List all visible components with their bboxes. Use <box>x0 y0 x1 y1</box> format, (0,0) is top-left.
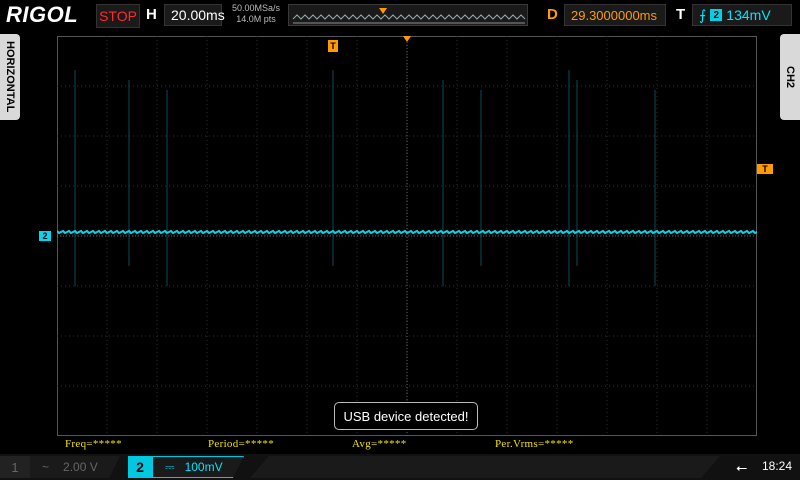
measure-freq[interactable]: Freq=***** <box>65 438 122 450</box>
top-status-bar: RIGOL STOP H 20.00ms 50.00MSa/s 14.0M pt… <box>0 0 800 30</box>
bottom-empty-strip <box>250 456 720 478</box>
trigger-position-marker[interactable]: T <box>328 40 338 52</box>
ch1-button[interactable]: 1 <box>0 456 30 478</box>
ch2-reference-marker[interactable]: 2 <box>39 231 51 241</box>
ch1-settings[interactable]: ~ 2.00 V <box>30 456 120 478</box>
memory-depth: 14.0M pts <box>236 14 276 24</box>
usb-icon: ⭠ <box>736 459 748 475</box>
trigger-channel-badge: 2 <box>710 9 723 21</box>
waveform-display[interactable] <box>57 36 757 436</box>
measure-avg[interactable]: Avg=***** <box>352 438 407 450</box>
ac-coupling-icon: ~ <box>42 460 50 474</box>
horizontal-label: H <box>146 6 157 23</box>
trigger-level-marker[interactable]: T <box>757 164 773 174</box>
usb-detected-toast: USB device detected! <box>334 402 478 430</box>
ch1-scale: 2.00 V <box>63 460 98 474</box>
system-clock: 18:24 <box>762 459 793 473</box>
sample-rate: 50.00MSa/s <box>231 3 281 13</box>
ch2-scale: 100mV <box>184 460 223 474</box>
horizontal-tab[interactable]: HORIZONTAL <box>0 34 20 120</box>
dc-coupling-icon: ⎓ <box>165 459 175 474</box>
ch2-button[interactable]: 2 <box>128 456 152 478</box>
rigol-logo: RIGOL <box>6 2 79 27</box>
ch2-settings[interactable]: ⎓ 100mV <box>152 456 244 478</box>
memory-waveform-icon <box>292 8 526 24</box>
measure-vrms[interactable]: Per.Vrms=***** <box>495 438 574 450</box>
run-stop-indicator[interactable]: STOP <box>96 4 140 28</box>
trigger-center-icon <box>403 36 411 42</box>
ch2-tab[interactable]: CH2 <box>780 34 800 120</box>
trigger-label: T <box>676 6 686 23</box>
delay-label: D <box>547 6 558 23</box>
acquisition-info: 50.00MSa/s 14.0M pts <box>230 3 282 25</box>
measure-period[interactable]: Period=***** <box>208 438 274 450</box>
delay-value[interactable]: 29.3000000ms <box>564 4 666 26</box>
rising-edge-icon: ⨍ <box>699 6 707 23</box>
timebase-value[interactable]: 20.00ms <box>164 4 225 26</box>
trigger-level-value: 134mV <box>726 7 771 23</box>
trigger-setting[interactable]: ⨍ 2 134mV <box>692 4 792 26</box>
memory-overview[interactable] <box>288 4 528 26</box>
